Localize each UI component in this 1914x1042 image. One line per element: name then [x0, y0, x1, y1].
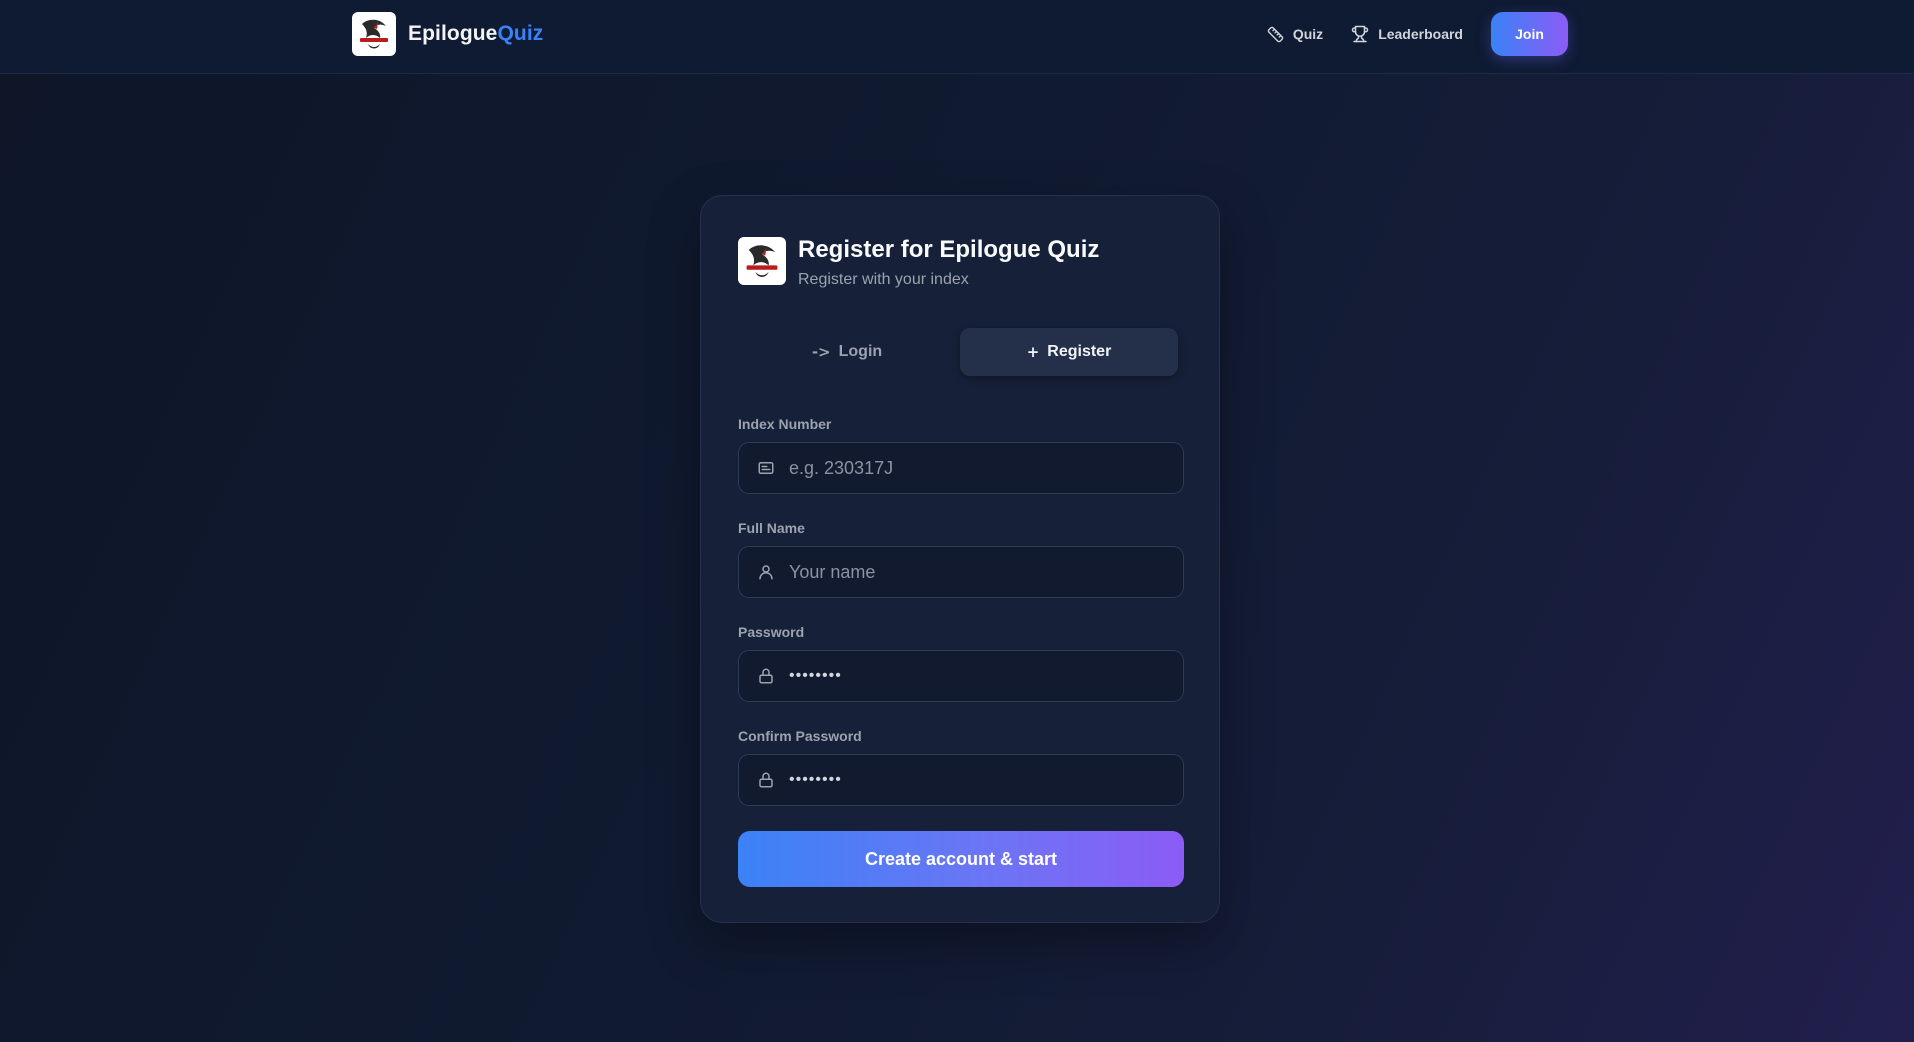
nav-quiz-link[interactable]: Quiz — [1267, 26, 1323, 43]
auth-tabs: -> Login + Register — [738, 328, 1184, 378]
index-number-label: Index Number — [738, 416, 832, 432]
create-account-button[interactable]: Create account & start — [738, 831, 1184, 887]
nav-links: Quiz Leaderboard Join — [1267, 12, 1568, 56]
ruler-icon — [1267, 26, 1284, 42]
index-number-field-wrapper — [738, 442, 1184, 494]
brand[interactable]: EpilogueQuiz — [352, 12, 543, 56]
arrow-right-icon: -> — [811, 343, 831, 361]
password-input[interactable] — [787, 655, 1169, 697]
nav-quiz-label: Quiz — [1292, 26, 1324, 42]
tab-login[interactable]: -> Login — [738, 328, 956, 376]
plus-icon: + — [1026, 343, 1040, 361]
trophy-icon — [1351, 25, 1369, 43]
tab-register-label: Register — [1047, 343, 1112, 360]
id-card-icon — [757, 459, 775, 477]
confirm-password-input[interactable] — [787, 759, 1169, 801]
brand-name-accent: Quiz — [497, 22, 544, 45]
confirm-password-field-wrapper — [738, 754, 1184, 806]
card-titles: Register for Epilogue Quiz Register with… — [798, 236, 1100, 290]
full-name-input[interactable] — [787, 551, 1169, 593]
password-label: Password — [738, 624, 805, 640]
nav-leaderboard-link[interactable]: Leaderboard — [1351, 25, 1463, 43]
logo-image — [352, 12, 396, 56]
password-field-wrapper — [738, 650, 1184, 702]
brand-name: EpilogueQuiz — [408, 22, 543, 46]
confirm-password-label: Confirm Password — [738, 728, 862, 744]
card-subtitle: Register with your index — [798, 271, 969, 288]
card-header: Register for Epilogue Quiz Register with… — [738, 236, 1100, 290]
tab-login-label: Login — [838, 343, 883, 360]
register-card: Register for Epilogue Quiz Register with… — [700, 195, 1220, 923]
full-name-field-wrapper — [738, 546, 1184, 598]
top-navbar: EpilogueQuiz Quiz Leaderboard Join — [0, 0, 1914, 74]
lock-icon — [757, 771, 775, 789]
brand-name-primary: Epilogue — [408, 22, 498, 45]
join-button[interactable]: Join — [1491, 12, 1568, 56]
nav-leaderboard-label: Leaderboard — [1378, 26, 1463, 42]
card-logo-image — [738, 237, 786, 285]
lock-icon — [757, 667, 775, 685]
tab-register[interactable]: + Register — [960, 328, 1178, 376]
user-icon — [757, 563, 775, 581]
index-number-input[interactable] — [787, 447, 1169, 489]
card-title: Register for Epilogue Quiz — [798, 236, 1100, 263]
full-name-label: Full Name — [738, 520, 805, 536]
